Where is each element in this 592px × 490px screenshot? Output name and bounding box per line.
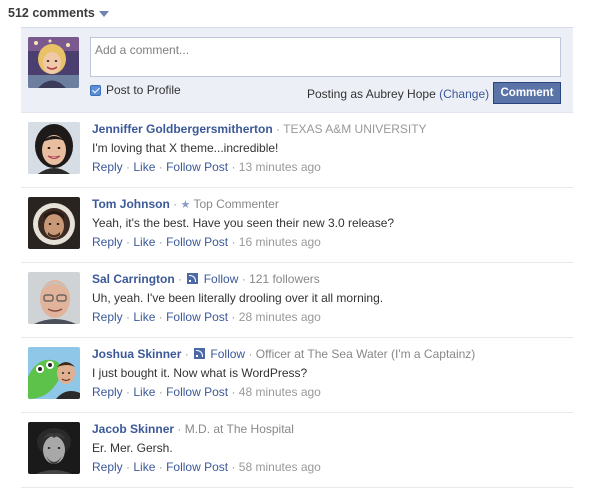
like-link[interactable]: Like [133,310,155,324]
comment-header: Jacob Skinner · M.D. at The Hospital [92,421,567,438]
author-organization: The Hospital [226,422,294,436]
comment-timestamp: 58 minutes ago [238,460,321,474]
comment-header: Joshua Skinner · Follow · Officer at The… [92,346,567,363]
follow-post-link[interactable]: Follow Post [166,235,228,249]
separator: · [231,310,236,324]
separator: · [231,460,236,474]
follow-post-link[interactable]: Follow Post [166,460,228,474]
reply-link[interactable]: Reply [92,385,123,399]
author-role: M.D. at [184,422,224,436]
separator: · [177,422,182,436]
separator: · [173,197,178,211]
comment-author[interactable]: Sal Carrington [92,272,175,286]
comment-timestamp: 28 minutes ago [238,310,321,324]
reply-link[interactable]: Reply [92,160,123,174]
change-user-link[interactable]: (Change) [439,87,489,101]
separator: · [158,160,163,174]
follow-post-link[interactable]: Follow Post [166,160,228,174]
follower-count: 121 followers [249,272,320,286]
follow-icon[interactable] [194,348,206,359]
separator: · [158,460,163,474]
comment-item: Jacob Skinner · M.D. at The Hospital Er.… [21,413,573,488]
separator: · [126,385,131,399]
author-role: Officer at [255,347,305,361]
author-organization: The Sea Water (I'm a Captainz) [307,347,476,361]
commenter-avatar[interactable] [28,347,80,399]
separator: · [276,122,281,136]
posting-as-label: Posting as Aubrey Hope [307,87,436,101]
commenter-avatar[interactable] [28,197,80,249]
reply-link[interactable]: Reply [92,460,123,474]
comment-text: I'm loving that X theme...incredible! [92,141,279,155]
separator: · [178,272,183,286]
comment-actions: Reply · Like · Follow Post · 13 minutes … [92,158,567,176]
commenter-avatar[interactable] [28,272,80,324]
post-to-profile-option[interactable]: Post to Profile [90,83,181,97]
follow-author-link[interactable]: Follow [204,272,239,286]
comment-input-placeholder: Add a comment... [95,43,190,57]
separator: · [248,347,253,361]
comment-count-dropdown[interactable]: 512 comments [8,4,109,22]
comment-timestamp: 13 minutes ago [238,160,321,174]
comment-author[interactable]: Joshua Skinner [92,347,181,361]
follow-post-link[interactable]: Follow Post [166,310,228,324]
comment-item: Sal Carrington · Follow · 121 followers … [21,263,573,338]
separator: · [126,460,131,474]
commenter-avatar[interactable] [28,122,80,174]
separator: · [231,385,236,399]
comment-text: Er. Mer. Gersh. [92,441,173,455]
like-link[interactable]: Like [133,160,155,174]
follow-author-link[interactable]: Follow [210,347,245,361]
reply-link[interactable]: Reply [92,310,123,324]
post-to-profile-checkbox[interactable] [90,84,101,96]
comment-author[interactable]: Jacob Skinner [92,422,174,436]
top-commenter-badge: Top Commenter [193,197,279,211]
follow-icon[interactable] [187,273,199,284]
separator: · [126,310,131,324]
comment-actions: Reply · Like · Follow Post · 16 minutes … [92,233,567,251]
separator: · [184,347,189,361]
comment-header: Tom Johnson · ★ Top Commenter [92,196,567,213]
comment-item: Joshua Skinner · Follow · Officer at The… [21,338,573,413]
like-link[interactable]: Like [133,385,155,399]
reply-link[interactable]: Reply [92,235,123,249]
posting-as: Posting as Aubrey Hope (Change) [307,87,489,101]
caret-down-icon[interactable] [98,10,109,17]
comment-author[interactable]: Tom Johnson [92,197,170,211]
comment-timestamp: 16 minutes ago [238,235,321,249]
comment-input[interactable]: Add a comment... [90,37,561,77]
separator: · [126,160,131,174]
commenter-avatar[interactable] [28,422,80,474]
comment-text: Uh, yeah. I've been literally drooling o… [92,291,384,305]
comment-text: Yeah, it's the best. Have you seen their… [92,216,395,230]
comment-actions: Reply · Like · Follow Post · 58 minutes … [92,458,567,476]
comment-author[interactable]: Jenniffer Goldbergersmitherton [92,122,273,136]
comment-actions: Reply · Like · Follow Post · 48 minutes … [92,383,567,401]
post-to-profile-label: Post to Profile [106,83,181,97]
comment-actions: Reply · Like · Follow Post · 28 minutes … [92,308,567,326]
comment-timestamp: 48 minutes ago [238,385,321,399]
separator: · [126,235,131,249]
like-link[interactable]: Like [133,235,155,249]
current-user-avatar [28,37,79,88]
separator: · [158,235,163,249]
comment-composer: Add a comment... Post to Profile Posting… [21,27,573,113]
separator: · [158,310,163,324]
comment-header: Sal Carrington · Follow · 121 followers [92,271,567,288]
comment-item: Tom Johnson · ★ Top Commenter Yeah, it's… [21,188,573,263]
separator: · [158,385,163,399]
comment-header: Jenniffer Goldbergersmitherton · TEXAS A… [92,121,567,138]
comment-item: Jenniffer Goldbergersmitherton · TEXAS A… [21,113,573,188]
like-link[interactable]: Like [133,460,155,474]
separator: · [231,235,236,249]
separator: · [241,272,246,286]
follow-post-link[interactable]: Follow Post [166,385,228,399]
star-icon: ★ [180,199,191,211]
separator: · [231,160,236,174]
comment-text: I just bought it. Now what is WordPress? [92,366,308,380]
comment-count: 512 comments [8,6,95,20]
comment-button[interactable]: Comment [493,82,561,104]
author-affiliation: TEXAS A&M UNIVERSITY [283,122,427,136]
